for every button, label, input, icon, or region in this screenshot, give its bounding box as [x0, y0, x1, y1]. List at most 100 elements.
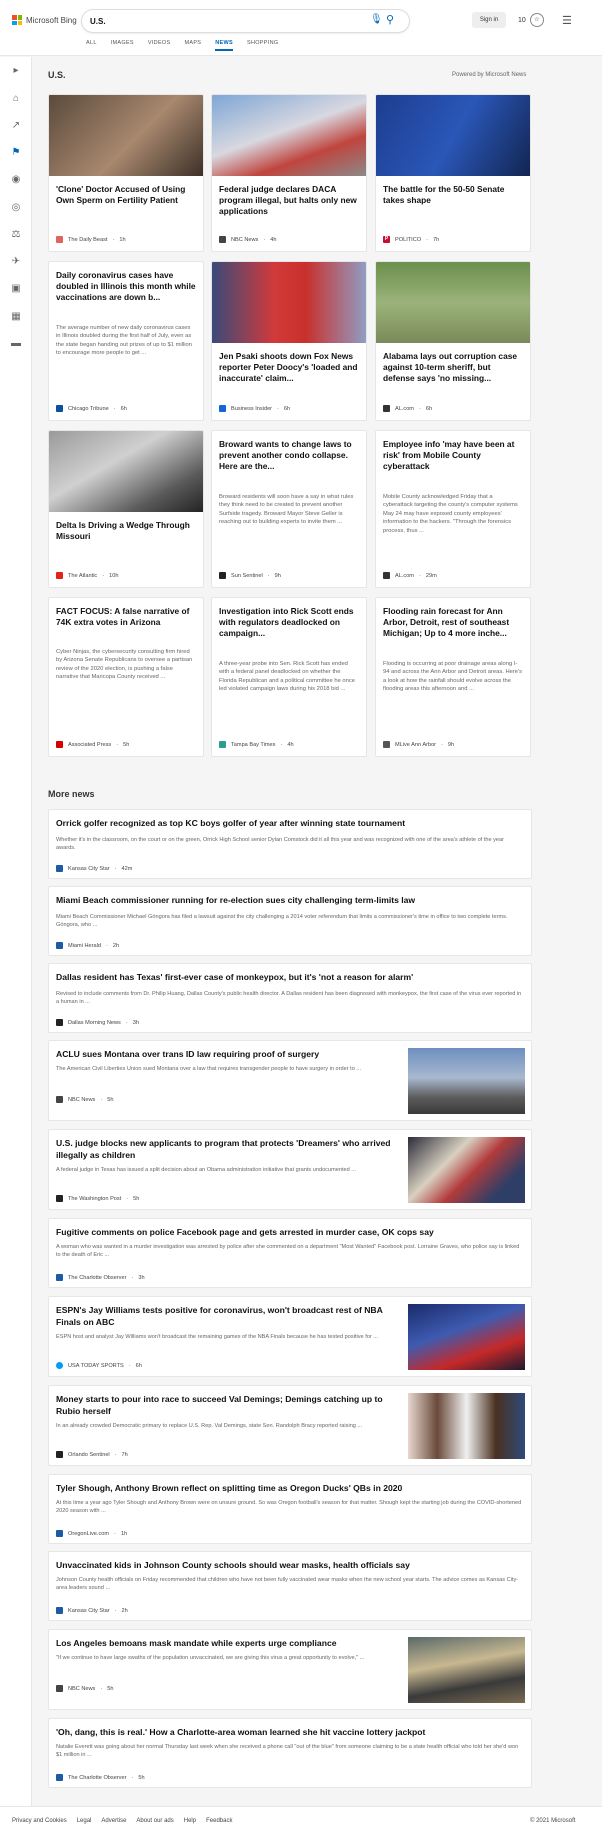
publisher-logo-icon [56, 942, 63, 949]
news-card[interactable]: Delta Is Driving a Wedge Through Missour… [48, 430, 204, 588]
technology-icon[interactable]: ✈ [10, 256, 22, 268]
tab-images[interactable]: IMAGES [111, 40, 134, 51]
news-list-item[interactable]: Orrick golfer recognized as top KC boys … [48, 809, 532, 879]
footer-link-legal[interactable]: Legal [77, 1818, 92, 1824]
news-card[interactable]: The battle for the 50-50 Senate takes sh… [375, 94, 531, 252]
powered-by[interactable]: Powered by Microsoft News [452, 72, 526, 78]
news-list-item[interactable]: Miami Beach commissioner running for re-… [48, 886, 532, 956]
card-title[interactable]: Alabama lays out corruption case against… [383, 351, 523, 384]
news-card[interactable]: 'Clone' Doctor Accused of Using Own Sper… [48, 94, 204, 252]
search-box[interactable]: 🎙 ⚲ [82, 10, 409, 32]
entertainment-icon[interactable]: ▣ [10, 283, 22, 295]
tab-shopping[interactable]: SHOPPING [247, 40, 278, 51]
news-card[interactable]: Broward wants to change laws to prevent … [211, 430, 367, 588]
footer-link-help[interactable]: Help [184, 1818, 196, 1824]
publisher-logo-icon [383, 572, 390, 579]
footer-link-about-ads[interactable]: About our ads [136, 1818, 173, 1824]
tab-videos[interactable]: VIDEOS [148, 40, 171, 51]
news-card[interactable]: Federal judge declares DACA program ille… [211, 94, 367, 252]
publisher-logo-icon [56, 572, 63, 579]
flag-icon[interactable]: ⚑ [10, 147, 22, 159]
item-title[interactable]: ESPN's Jay Williams tests positive for c… [56, 1305, 396, 1328]
tab-news[interactable]: NEWS [215, 40, 233, 51]
news-list-item[interactable]: Dallas resident has Texas' first-ever ca… [48, 963, 532, 1033]
card-title[interactable]: FACT FOCUS: A false narrative of 74K ext… [56, 606, 196, 628]
item-title[interactable]: ACLU sues Montana over trans ID law requ… [56, 1049, 396, 1061]
news-card[interactable]: Jen Psaki shoots down Fox News reporter … [211, 261, 367, 421]
card-title[interactable]: Delta Is Driving a Wedge Through Missour… [56, 520, 196, 542]
rewards-points: 10 [518, 16, 526, 24]
politics-icon[interactable]: ⚖ [10, 229, 22, 241]
publisher-logo-icon [56, 865, 63, 872]
news-card[interactable]: Flooding rain forecast for Ann Arbor, De… [375, 597, 531, 757]
sign-in-button[interactable]: Sign in [472, 12, 506, 28]
news-list-item[interactable]: Money starts to pour into race to succee… [48, 1385, 532, 1466]
news-list-item[interactable]: ACLU sues Montana over trans ID law requ… [48, 1040, 532, 1121]
item-title[interactable]: Dallas resident has Texas' first-ever ca… [56, 972, 516, 984]
news-card[interactable]: Daily coronavirus cases have doubled in … [48, 261, 204, 421]
card-title[interactable]: Broward wants to change laws to prevent … [219, 439, 359, 472]
news-list-item[interactable]: U.S. judge blocks new applicants to prog… [48, 1129, 532, 1210]
card-source: Chicago Tribune · 6h [56, 405, 127, 412]
footer-links: Privacy and Cookies Legal Advertise Abou… [12, 1818, 232, 1824]
card-snippet: Broward residents will soon have a say i… [219, 494, 354, 526]
news-list-item[interactable]: ESPN's Jay Williams tests positive for c… [48, 1296, 532, 1377]
item-title[interactable]: Money starts to pour into race to succee… [56, 1394, 396, 1417]
news-list-item[interactable]: Unvaccinated kids in Johnson County scho… [48, 1551, 532, 1621]
more-news-title: More news [48, 789, 95, 799]
news-card[interactable]: FACT FOCUS: A false narrative of 74K ext… [48, 597, 204, 757]
item-source: NBC News · 5h [56, 1096, 113, 1103]
card-title[interactable]: Federal judge declares DACA program ille… [219, 184, 359, 217]
item-title[interactable]: Unvaccinated kids in Johnson County scho… [56, 1560, 516, 1572]
publisher-logo-icon [383, 741, 390, 748]
business-icon[interactable]: ▦ [10, 311, 22, 323]
item-snippet: Johnson County health officials on Frida… [56, 1577, 519, 1592]
card-title[interactable]: Daily coronavirus cases have doubled in … [56, 270, 196, 303]
card-title[interactable]: Flooding rain forecast for Ann Arbor, De… [383, 606, 523, 639]
item-title[interactable]: U.S. judge blocks new applicants to prog… [56, 1138, 396, 1161]
card-source: AL.com · 6h [383, 405, 432, 412]
news-card[interactable]: Investigation into Rick Scott ends with … [211, 597, 367, 757]
expand-arrow-icon[interactable]: ▸ [10, 65, 22, 77]
item-title[interactable]: Miami Beach commissioner running for re-… [56, 895, 516, 907]
trending-icon[interactable]: ↗ [10, 120, 22, 132]
item-source: Dallas Morning News · 3h [56, 1019, 139, 1026]
microphone-icon[interactable]: 🎙 [370, 14, 383, 25]
item-title[interactable]: Los Angeles bemoans mask mandate while e… [56, 1638, 396, 1650]
card-title[interactable]: Investigation into Rick Scott ends with … [219, 606, 359, 639]
footer-link-advertise[interactable]: Advertise [101, 1818, 126, 1824]
item-title[interactable]: Fugitive comments on police Facebook pag… [56, 1227, 516, 1239]
news-card[interactable]: Alabama lays out corruption case against… [375, 261, 531, 421]
card-title[interactable]: The battle for the 50-50 Senate takes sh… [383, 184, 523, 206]
tab-maps[interactable]: MAPS [184, 40, 201, 51]
home-icon[interactable]: ⌂ [10, 93, 22, 105]
bing-logo[interactable]: Microsoft Bing [12, 15, 77, 25]
location-icon[interactable]: ◉ [10, 174, 22, 186]
money-icon[interactable]: ▬ [10, 338, 22, 350]
card-title[interactable]: Jen Psaki shoots down Fox News reporter … [219, 351, 359, 384]
card-title[interactable]: 'Clone' Doctor Accused of Using Own Sper… [56, 184, 196, 206]
item-title[interactable]: Orrick golfer recognized as top KC boys … [56, 818, 516, 830]
search-input[interactable] [90, 14, 340, 28]
footer-link-privacy[interactable]: Privacy and Cookies [12, 1818, 67, 1824]
rewards-button[interactable]: 10 ☆ [518, 13, 544, 27]
card-title[interactable]: Employee info 'may have been at risk' fr… [383, 439, 523, 472]
globe-icon[interactable]: ◎ [10, 202, 22, 214]
news-list-item[interactable]: Los Angeles bemoans mask mandate while e… [48, 1629, 532, 1710]
news-thumbnail [408, 1637, 525, 1703]
search-icon[interactable]: ⚲ [386, 13, 394, 26]
publisher-logo-icon [56, 1195, 63, 1202]
news-list-item[interactable]: Tyler Shough, Anthony Brown reflect on s… [48, 1474, 532, 1544]
news-list-item[interactable]: 'Oh, dang, this is real.' How a Charlott… [48, 1718, 532, 1788]
news-thumbnail [408, 1137, 525, 1203]
item-title[interactable]: 'Oh, dang, this is real.' How a Charlott… [56, 1727, 516, 1739]
item-title[interactable]: Tyler Shough, Anthony Brown reflect on s… [56, 1483, 516, 1495]
footer-link-feedback[interactable]: Feedback [206, 1818, 232, 1824]
item-source: The Charlotte Observer · 3h [56, 1274, 145, 1281]
card-source: The Daily Beast · 1h [56, 236, 126, 243]
news-card[interactable]: Employee info 'may have been at risk' fr… [375, 430, 531, 588]
publisher-logo-icon [56, 1362, 63, 1369]
hamburger-menu-icon[interactable]: ☰ [562, 14, 572, 27]
news-list-item[interactable]: Fugitive comments on police Facebook pag… [48, 1218, 532, 1288]
tab-all[interactable]: ALL [86, 40, 97, 51]
